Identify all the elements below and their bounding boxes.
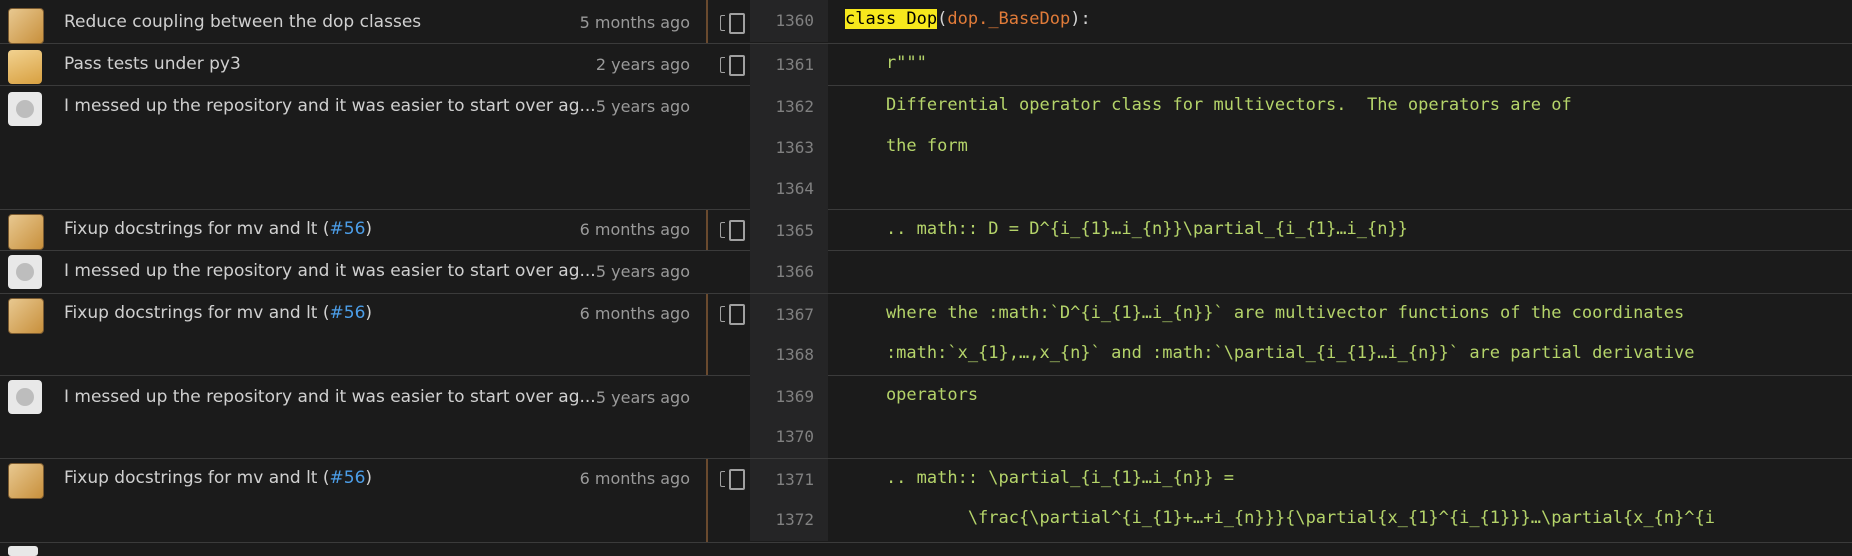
next-avatar — [8, 546, 38, 556]
code-line[interactable]: 1367 where the :math:`D^{i_{1}…i_{n}}` a… — [0, 294, 1852, 336]
code-text: Differential operator class for multivec… — [845, 95, 1572, 115]
code-text: :math:`x_{1},…,x_{n}` and :math:`\partia… — [845, 343, 1695, 363]
code-line[interactable]: 1368 :math:`x_{1},…,x_{n}` and :math:`\p… — [0, 334, 1852, 376]
code-text: class Dop(dop._BaseDop): — [845, 9, 1091, 29]
line-number[interactable]: 1371 — [750, 470, 814, 489]
line-number[interactable]: 1368 — [750, 345, 814, 364]
line-number[interactable]: 1362 — [750, 97, 814, 116]
code-text: r""" — [845, 53, 927, 73]
code-line[interactable]: 1360 class Dop(dop._BaseDop): — [0, 0, 1852, 42]
line-number[interactable]: 1365 — [750, 221, 814, 240]
code-line[interactable]: 1363 the form — [0, 127, 1852, 169]
line-number[interactable]: 1360 — [750, 11, 814, 30]
code-text: .. math:: \partial_{i_{1}…i_{n}} = — [845, 468, 1234, 488]
blame-view: Reduce coupling between the dop classes … — [0, 0, 1852, 556]
line-number[interactable]: 1369 — [750, 387, 814, 406]
line-number[interactable]: 1367 — [750, 305, 814, 324]
line-number[interactable]: 1372 — [750, 510, 814, 529]
code-text: where the :math:`D^{i_{1}…i_{n}}` are mu… — [845, 303, 1685, 323]
line-number[interactable]: 1366 — [750, 262, 814, 281]
code-line[interactable]: 1372 \frac{\partial^{i_{1}+…+i_{n}}}{\pa… — [0, 499, 1852, 541]
code-line[interactable]: 1365 .. math:: D = D^{i_{1}…i_{n}}\parti… — [0, 210, 1852, 252]
code-text: \frac{\partial^{i_{1}+…+i_{n}}}{\partial… — [845, 508, 1715, 528]
code-text: .. math:: D = D^{i_{1}…i_{n}}\partial_{i… — [845, 219, 1408, 239]
line-number[interactable]: 1364 — [750, 179, 814, 198]
code-line[interactable]: 1366 — [0, 251, 1852, 293]
code-text: operators — [845, 385, 979, 405]
code-line[interactable]: 1371 .. math:: \partial_{i_{1}…i_{n}} = — [0, 459, 1852, 501]
line-number[interactable]: 1361 — [750, 55, 814, 74]
code-line[interactable]: 1362 Differential operator class for mul… — [0, 86, 1852, 128]
line-number[interactable]: 1363 — [750, 138, 814, 157]
code-line[interactable]: 1370 — [0, 416, 1852, 458]
code-line[interactable]: 1364 — [0, 168, 1852, 210]
line-number[interactable]: 1370 — [750, 427, 814, 446]
code-text: the form — [845, 136, 968, 156]
code-line[interactable]: 1369 operators — [0, 376, 1852, 418]
code-line[interactable]: 1361 r""" — [0, 44, 1852, 86]
